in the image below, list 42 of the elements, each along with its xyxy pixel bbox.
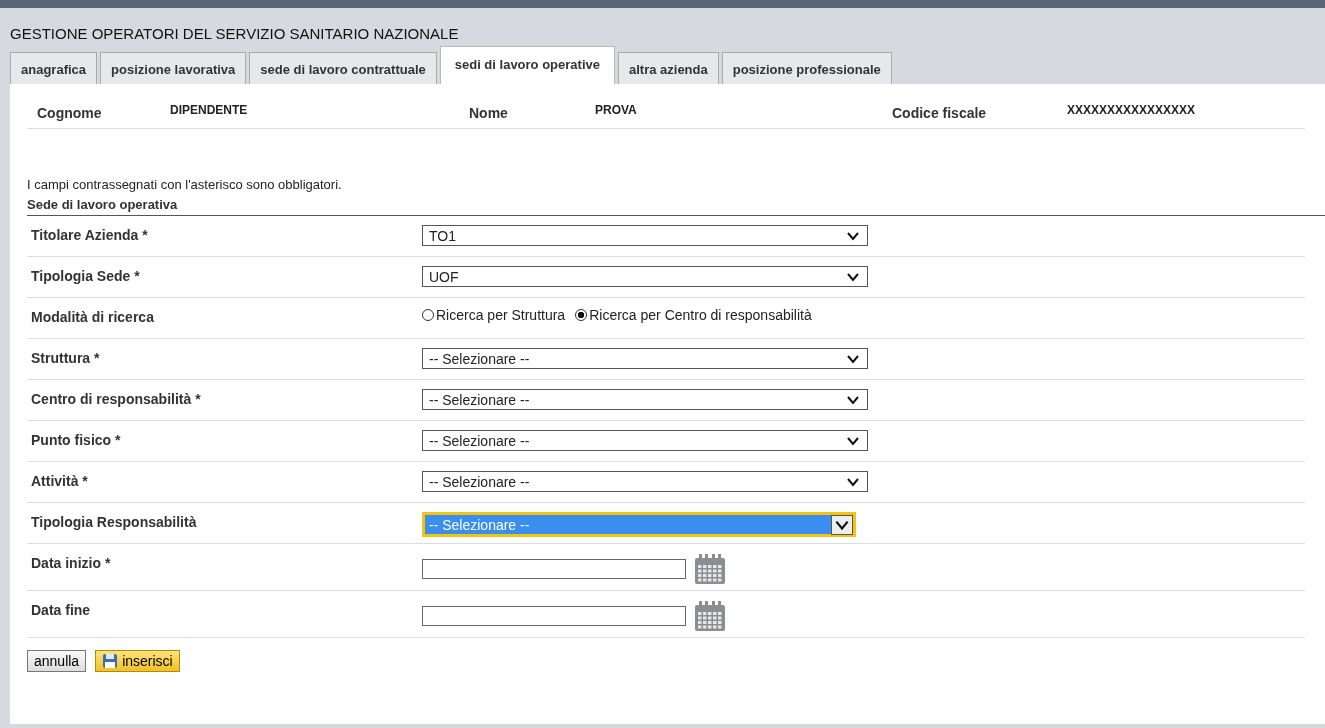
field-label: Centro di responsabilità * xyxy=(31,390,202,407)
insert-button[interactable]: inserisci xyxy=(95,650,180,672)
tab[interactable]: altra azienda xyxy=(617,52,719,84)
field-label: Data inizio * xyxy=(31,554,112,571)
dropdown[interactable]: -- Selezionare -- xyxy=(422,348,868,369)
radio-button[interactable] xyxy=(575,309,588,321)
app-title: GESTIONE OPERATORI DEL SERVIZIO SANITARIO NAZIONALE xyxy=(10,24,460,44)
section-title: Sede di lavoro operativa xyxy=(27,192,1325,216)
date-field[interactable] xyxy=(422,559,686,579)
field-label: Data fine xyxy=(31,601,92,618)
field-label: Tipologia Responsabilità xyxy=(31,513,198,530)
field-label: Punto fisico * xyxy=(31,431,122,448)
dropdown[interactable]: -- Selezionare -- xyxy=(422,389,868,410)
field-value: DIPENDENTE xyxy=(170,102,249,117)
cancel-button[interactable]: annulla xyxy=(27,650,87,672)
tab[interactable]: sedi di lavoro operative xyxy=(439,46,615,84)
tab[interactable]: sede di lavoro contrattuale xyxy=(249,52,437,84)
tab[interactable]: posizione professionale xyxy=(721,52,892,84)
field-label: Titolare Azienda * xyxy=(31,226,149,243)
radio-label[interactable]: Ricerca per Struttura xyxy=(436,307,566,323)
field-label: Cognome xyxy=(37,104,103,121)
field-label: Modalità di ricerca xyxy=(31,308,155,325)
dropdown[interactable]: TO1 xyxy=(422,225,868,246)
date-field[interactable] xyxy=(422,606,686,626)
field-label: Codice fiscale xyxy=(892,104,988,121)
calendar-icon[interactable] xyxy=(694,553,726,585)
dropdown[interactable]: -- Selezionare -- xyxy=(422,471,868,492)
dropdown[interactable]: -- Selezionare -- xyxy=(422,430,868,451)
field-label: Tipologia Sede * xyxy=(31,267,141,284)
calendar-icon[interactable] xyxy=(694,600,726,632)
radio-button[interactable] xyxy=(422,309,434,321)
tab[interactable]: anagrafica xyxy=(10,52,98,84)
field-value: PROVA xyxy=(595,102,638,117)
field-label: Nome xyxy=(469,104,509,121)
radio-label[interactable]: Ricerca per Centro di responsabilità xyxy=(589,307,812,323)
field-label: Attività * xyxy=(31,472,89,489)
tab[interactable]: posizione lavorativa xyxy=(100,52,247,84)
chevron-down-icon xyxy=(831,514,853,535)
required-note: I campi contrassegnati con l'asterisco sono obbligatori. xyxy=(27,177,343,192)
field-label: Struttura * xyxy=(31,349,101,366)
field-value: XXXXXXXXXXXXXXXX xyxy=(1067,102,1197,117)
dropdown[interactable]: UOF xyxy=(422,266,868,287)
